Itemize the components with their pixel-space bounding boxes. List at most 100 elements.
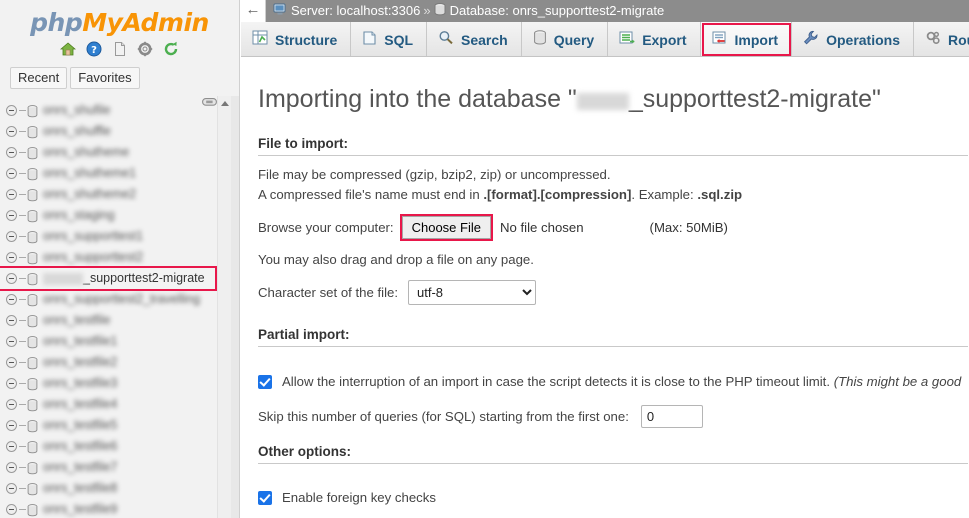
tab-label: Operations [826,31,900,48]
tab-label: SQL [384,31,414,48]
allow-interrupt-checkbox[interactable] [258,374,272,389]
skip-queries-label: Skip this number of queries (for SQL) st… [258,409,629,425]
tab-structure[interactable]: Structure [241,22,352,56]
help-icon[interactable]: ? [86,41,102,57]
charset-select[interactable]: utf-8 [408,280,537,305]
tree-connector [19,362,26,364]
tree-item[interactable]: onrs_testfile [0,310,217,331]
tab-routines[interactable]: Routines [914,22,969,56]
database-icon [434,1,446,23]
tree-item[interactable]: onrs_shufile [0,100,217,121]
tree-connector [19,110,26,112]
tab-import[interactable]: Import [700,22,793,56]
tree-connector [19,488,26,490]
favorites-tab[interactable]: Favorites [70,67,140,89]
expand-collapse-icon[interactable] [6,126,17,138]
svg-text:?: ? [91,45,97,56]
other-options-section: Other options: Enable foreign key checks [241,444,969,505]
sidebar-icon-bar: ? [0,39,239,63]
tab-sql[interactable]: SQL [351,22,428,56]
tree-item[interactable]: onrs_supporttest2_travelling [0,289,217,310]
tree-item[interactable]: onrs_shutheme2 [0,184,217,205]
tree-connector [19,236,26,238]
page-title-db: _supporttest2-migrate [628,85,872,113]
expand-collapse-icon[interactable] [6,105,17,117]
tree-item[interactable]: onrs_testfile9 [0,499,217,518]
tree-item[interactable]: onrs_testfile7 [0,457,217,478]
file-to-import-legend: File to import: [258,136,968,156]
tree-item[interactable]: onrs_shuffle [0,121,217,142]
expand-collapse-icon[interactable] [6,504,17,516]
tab-query[interactable]: Query [521,22,609,56]
tree-connector [19,173,26,175]
database-icon [27,293,38,307]
settings-icon[interactable] [137,41,153,57]
server-label[interactable]: Server: localhost:3306 [291,3,420,18]
enable-fk-row: Enable foreign key checks [258,489,969,505]
tab-operations[interactable]: Operations [792,22,914,56]
tree-item[interactable]: onrs_testfile4 [0,394,217,415]
page-title-suffix: " [872,85,881,113]
enable-fk-checkbox[interactable] [258,490,272,505]
tree-item[interactable]: onrs_shutheme1 [0,163,217,184]
expand-collapse-icon[interactable] [6,315,17,327]
database-icon [27,419,38,433]
reload-icon[interactable] [163,41,179,57]
tree-item[interactable]: onrs_supporttest1 [0,226,217,247]
server-icon [273,1,287,23]
database-icon [27,356,38,370]
charset-label: Character set of the file: [258,285,399,300]
tree-item[interactable]: onrs_testfile8 [0,478,217,499]
sidebar-gutter [231,96,239,518]
sidebar-scrollbar[interactable] [217,96,232,518]
expand-collapse-icon[interactable] [6,336,17,348]
tree-item[interactable]: onrs_testfile3 [0,373,217,394]
tree-item-label: onrs_testfile6 [43,439,118,454]
search-icon [438,23,454,56]
tree-item[interactable]: onrs_testfile1 [0,331,217,352]
skip-queries-input[interactable] [640,405,703,429]
tab-search[interactable]: Search [427,22,522,56]
tree-item[interactable]: onrs_staging [0,205,217,226]
tree-item[interactable]: onrs_shutheme [0,142,217,163]
database-icon [27,251,38,265]
expand-collapse-icon[interactable] [6,189,17,201]
database-tree[interactable]: onrs_shufile onrs_shuffle onrs_shuthemeonr… [0,100,217,518]
expand-collapse-icon[interactable] [6,378,17,390]
tree-item[interactable]: onrs_testfile6 [0,436,217,457]
tab-label: Query [553,31,595,48]
tab-label: Structure [275,31,338,48]
phpmyadmin-logo[interactable]: phpMyAdmin [0,0,239,39]
expand-collapse-icon[interactable] [6,462,17,474]
tree-item[interactable]: onrs_supporttest2 [0,247,217,268]
expand-collapse-icon[interactable] [6,399,17,411]
tree-item[interactable]: onrs_testfile5 [0,415,217,436]
expand-collapse-icon[interactable] [6,441,17,453]
expand-collapse-icon[interactable] [6,210,17,222]
home-icon[interactable] [60,41,77,57]
tree-item-label: onrs_shutheme1 [43,166,137,181]
expand-collapse-icon[interactable] [6,483,17,495]
enable-fk-label: Enable foreign key checks [282,490,436,506]
expand-collapse-icon[interactable] [6,252,17,264]
tree-item-selected[interactable]: xxxx_supporttest2-migrate [0,266,217,291]
tree-item-label: onrs_shuffle [43,124,111,139]
expand-collapse-icon[interactable] [6,357,17,369]
choose-file-button[interactable]: Choose File [401,216,491,239]
database-label[interactable]: Database: onrs_supporttest2-migrate [450,3,665,18]
scroll-up-arrow[interactable] [221,101,229,106]
expand-collapse-icon[interactable] [6,273,17,285]
database-icon [27,104,38,118]
expand-collapse-icon[interactable] [6,231,17,243]
back-button[interactable]: ← [241,0,266,22]
docs-icon[interactable] [112,41,128,57]
expand-collapse-icon[interactable] [6,420,17,432]
tree-item[interactable]: onrs_testfile2 [0,352,217,373]
expand-collapse-icon[interactable] [6,168,17,180]
tab-export[interactable]: Export [608,22,701,56]
expand-collapse-icon[interactable] [6,147,17,159]
recent-tab[interactable]: Recent [10,67,68,89]
expand-collapse-icon[interactable] [6,294,17,306]
line2-c: . Example: [631,187,698,202]
tree-item-label: onrs_testfile9 [43,502,118,517]
